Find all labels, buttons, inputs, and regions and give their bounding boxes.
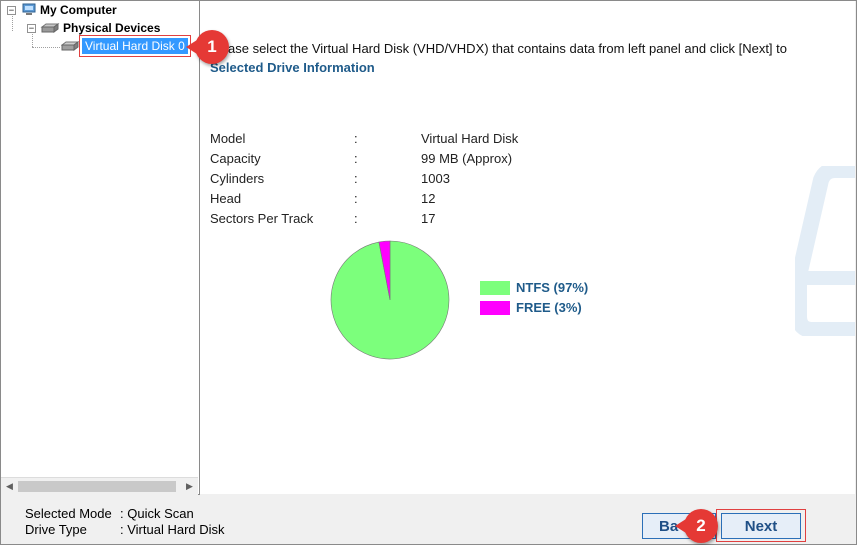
status-key: Drive Type <box>25 522 87 537</box>
info-value: 1003 <box>421 171 450 186</box>
legend-item-free: FREE (3%) <box>480 300 582 315</box>
tree-node-physical-devices[interactable]: − Physical Devices <box>27 20 160 36</box>
scroll-right-arrow-icon[interactable]: ▶ <box>181 478 198 495</box>
tree-connector <box>32 47 60 48</box>
info-value: 17 <box>421 211 436 226</box>
disk-icon <box>61 41 79 51</box>
disk-usage-pie-chart <box>330 240 450 360</box>
info-label: Head <box>210 191 242 206</box>
info-value: 99 MB (Approx) <box>421 151 513 166</box>
info-separator: : <box>354 171 358 186</box>
legend-label-free: FREE (3%) <box>516 300 582 315</box>
collapse-icon[interactable]: − <box>7 5 16 15</box>
info-label: Capacity <box>210 151 261 166</box>
tree-node-my-computer[interactable]: − My Computer <box>7 2 117 18</box>
info-separator: : <box>354 151 358 166</box>
info-value: 12 <box>421 191 436 206</box>
collapse-icon[interactable]: − <box>27 23 36 33</box>
selected-disk-label[interactable]: Virtual Hard Disk 0 <box>79 35 191 57</box>
tree-label-my-computer: My Computer <box>40 3 117 17</box>
legend-swatch-ntfs <box>480 280 510 295</box>
tree-node-virtual-hard-disk[interactable]: Virtual Hard Disk 0 <box>61 35 191 57</box>
info-value: Virtual Hard Disk <box>421 131 519 146</box>
status-value: : Virtual Hard Disk <box>120 522 225 537</box>
scroll-left-arrow-icon[interactable]: ◀ <box>1 478 18 495</box>
info-separator: : <box>354 211 358 226</box>
status-key: Selected Mode <box>25 506 112 521</box>
computer-icon <box>22 3 36 15</box>
legend-label-ntfs: NTFS (97%) <box>516 280 589 295</box>
section-title: Selected Drive Information <box>210 60 375 75</box>
status-value: : Quick Scan <box>120 506 194 521</box>
info-separator: : <box>354 191 358 206</box>
callout-badge-1: 1 <box>186 30 229 64</box>
info-label: Sectors Per Track <box>210 211 314 226</box>
watermark-drive-icon <box>795 166 855 336</box>
legend-item-ntfs: NTFS (97%) <box>480 280 588 295</box>
legend-swatch-free <box>480 300 510 315</box>
next-button[interactable]: Next <box>721 513 801 539</box>
tree-horizontal-scrollbar[interactable]: ◀ ▶ <box>1 477 198 495</box>
info-separator: : <box>354 131 358 146</box>
info-label: Cylinders <box>210 171 265 186</box>
callout-badge-2: 2 <box>675 509 718 543</box>
tree-label-physical-devices: Physical Devices <box>63 21 161 35</box>
info-label: Model <box>210 131 246 146</box>
hard-drive-icon <box>40 23 60 33</box>
scrollbar-thumb[interactable] <box>18 481 176 492</box>
device-tree-panel: − My Computer − Physical Devices Virtual… <box>1 1 200 495</box>
instruction-text: ase select the Virtual Hard Disk (VHD/VH… <box>228 41 787 56</box>
drive-info-panel: ase select the Virtual Hard Disk (VHD/VH… <box>200 1 855 494</box>
